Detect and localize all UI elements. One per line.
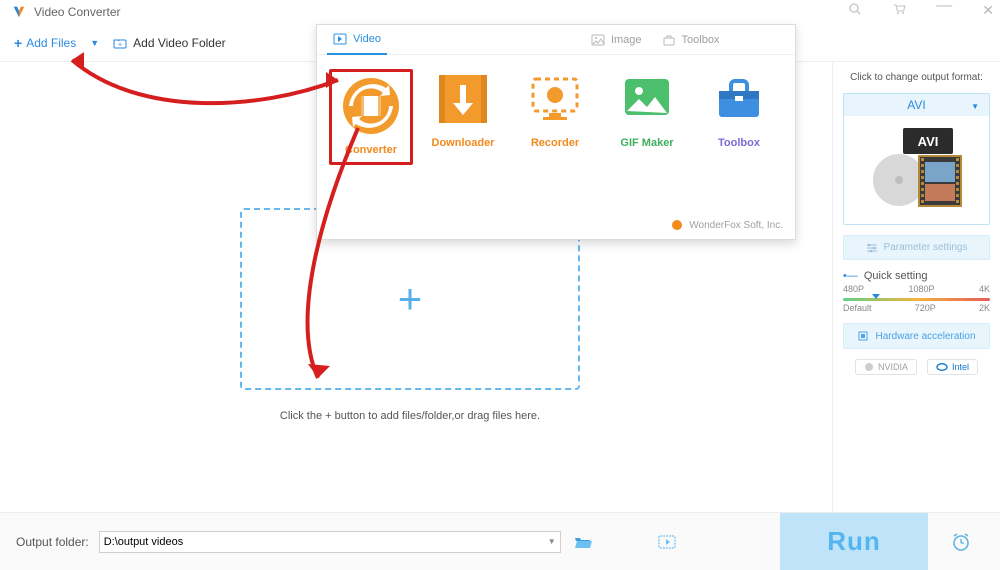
- add-folder-label: Add Video Folder: [133, 36, 226, 50]
- folder-plus-icon: +: [113, 37, 127, 49]
- merge-button[interactable]: [655, 531, 679, 553]
- output-folder-input[interactable]: D:\output videos ▼: [99, 531, 561, 553]
- toolbox-icon: [662, 34, 676, 46]
- format-badge: AVI: [917, 134, 938, 149]
- panel-item-converter[interactable]: Converter: [329, 69, 413, 165]
- add-files-label: Add Files: [26, 36, 76, 50]
- format-name: AVI: [907, 98, 925, 112]
- open-folder-button[interactable]: [571, 531, 595, 553]
- recorder-icon: [525, 69, 585, 129]
- output-path: D:\output videos: [104, 536, 184, 548]
- panel-item-recorder[interactable]: Recorder: [513, 69, 597, 165]
- gpu-chips: NVIDIA Intel: [843, 359, 990, 375]
- alarm-button[interactable]: [938, 513, 984, 570]
- annotation-arrow-1: [60, 50, 350, 140]
- gif-icon: [617, 69, 677, 129]
- plus-icon: +: [14, 35, 22, 51]
- intel-chip[interactable]: Intel: [927, 359, 978, 375]
- sidebar: Click to change output format: AVI ▼ AVI: [832, 62, 1000, 512]
- intel-icon: [936, 362, 948, 372]
- panel-item-label: Toolbox: [697, 137, 781, 149]
- close-icon[interactable]: ✕: [982, 2, 994, 19]
- format-thumbnail: AVI: [844, 116, 989, 224]
- fox-icon: [671, 219, 683, 231]
- add-plus-icon[interactable]: +: [398, 275, 423, 323]
- minimize-icon[interactable]: —: [936, 2, 952, 19]
- downloader-icon: [433, 69, 493, 129]
- panel-item-label: GIF Maker: [605, 137, 689, 149]
- add-files-dropdown-icon[interactable]: ▼: [90, 38, 99, 48]
- cart-icon[interactable]: [892, 2, 906, 19]
- window-buttons: — ✕: [848, 2, 994, 19]
- quality-marks-bottom: Default 720P 2K: [843, 303, 990, 313]
- bottom-bar: Output folder: D:\output videos ▼ Run: [0, 512, 1000, 570]
- alarm-icon: [950, 531, 972, 553]
- quality-marks-top: 480P 1080P 4K: [843, 284, 990, 294]
- chevron-down-icon: ▼: [971, 102, 979, 111]
- panel-tabs: Video Image Toolbox: [317, 25, 795, 55]
- svg-text:+: +: [118, 41, 122, 48]
- folder-open-icon: [573, 534, 593, 550]
- toolbox-item-icon: [709, 69, 769, 129]
- quick-setting-label: Quick setting: [864, 270, 928, 282]
- panel-item-gif[interactable]: GIF Maker: [605, 69, 689, 165]
- quality-slider[interactable]: [843, 298, 990, 301]
- converter-icon: [341, 76, 401, 136]
- panel-item-label: Downloader: [421, 137, 505, 149]
- nvidia-chip[interactable]: NVIDIA: [855, 359, 917, 375]
- output-folder-label: Output folder:: [16, 535, 89, 549]
- panel-body: Converter Downloader Recorder GIF Maker …: [317, 55, 795, 179]
- chevron-down-icon[interactable]: ▼: [548, 537, 556, 546]
- panel-item-label: Recorder: [513, 137, 597, 149]
- add-files-button[interactable]: + Add Files: [14, 35, 76, 51]
- panel-footer: WonderFox Soft, Inc.: [671, 219, 783, 231]
- sliders-icon: [866, 243, 878, 253]
- video-icon: [333, 33, 347, 45]
- tab-toolbox[interactable]: Toolbox: [656, 34, 726, 46]
- search-icon[interactable]: [848, 2, 862, 19]
- titlebar: Video Converter — ✕: [0, 0, 1000, 24]
- run-button[interactable]: Run: [780, 513, 928, 570]
- hardware-accel-button[interactable]: Hardware acceleration: [843, 323, 990, 349]
- merge-icon: [657, 534, 677, 550]
- parameter-label: Parameter settings: [884, 242, 968, 253]
- panel-item-downloader[interactable]: Downloader: [421, 69, 505, 165]
- output-format-button[interactable]: AVI ▼ AVI: [843, 93, 990, 225]
- panel-item-toolbox[interactable]: Toolbox: [697, 69, 781, 165]
- format-hint-label: Click to change output format:: [843, 72, 990, 83]
- mode-dropdown-panel: Video Image Toolbox Converter Downloader…: [316, 24, 796, 240]
- add-folder-button[interactable]: + Add Video Folder: [113, 36, 226, 50]
- nvidia-icon: [864, 362, 874, 372]
- image-icon: [591, 34, 605, 46]
- run-label: Run: [827, 526, 881, 557]
- app-title: Video Converter: [34, 5, 121, 19]
- drop-hint: Click the + button to add files/folder,o…: [240, 410, 580, 422]
- tab-video[interactable]: Video: [327, 25, 387, 55]
- quick-setting-header: •— Quick setting: [843, 270, 990, 282]
- chip-icon: [857, 330, 869, 342]
- app-logo-icon: [12, 5, 26, 19]
- tab-image[interactable]: Image: [585, 34, 648, 46]
- parameter-settings-button[interactable]: Parameter settings: [843, 235, 990, 260]
- panel-item-label: Converter: [334, 144, 408, 156]
- hw-label: Hardware acceleration: [875, 331, 975, 342]
- dot-bar-icon: •—: [843, 270, 858, 282]
